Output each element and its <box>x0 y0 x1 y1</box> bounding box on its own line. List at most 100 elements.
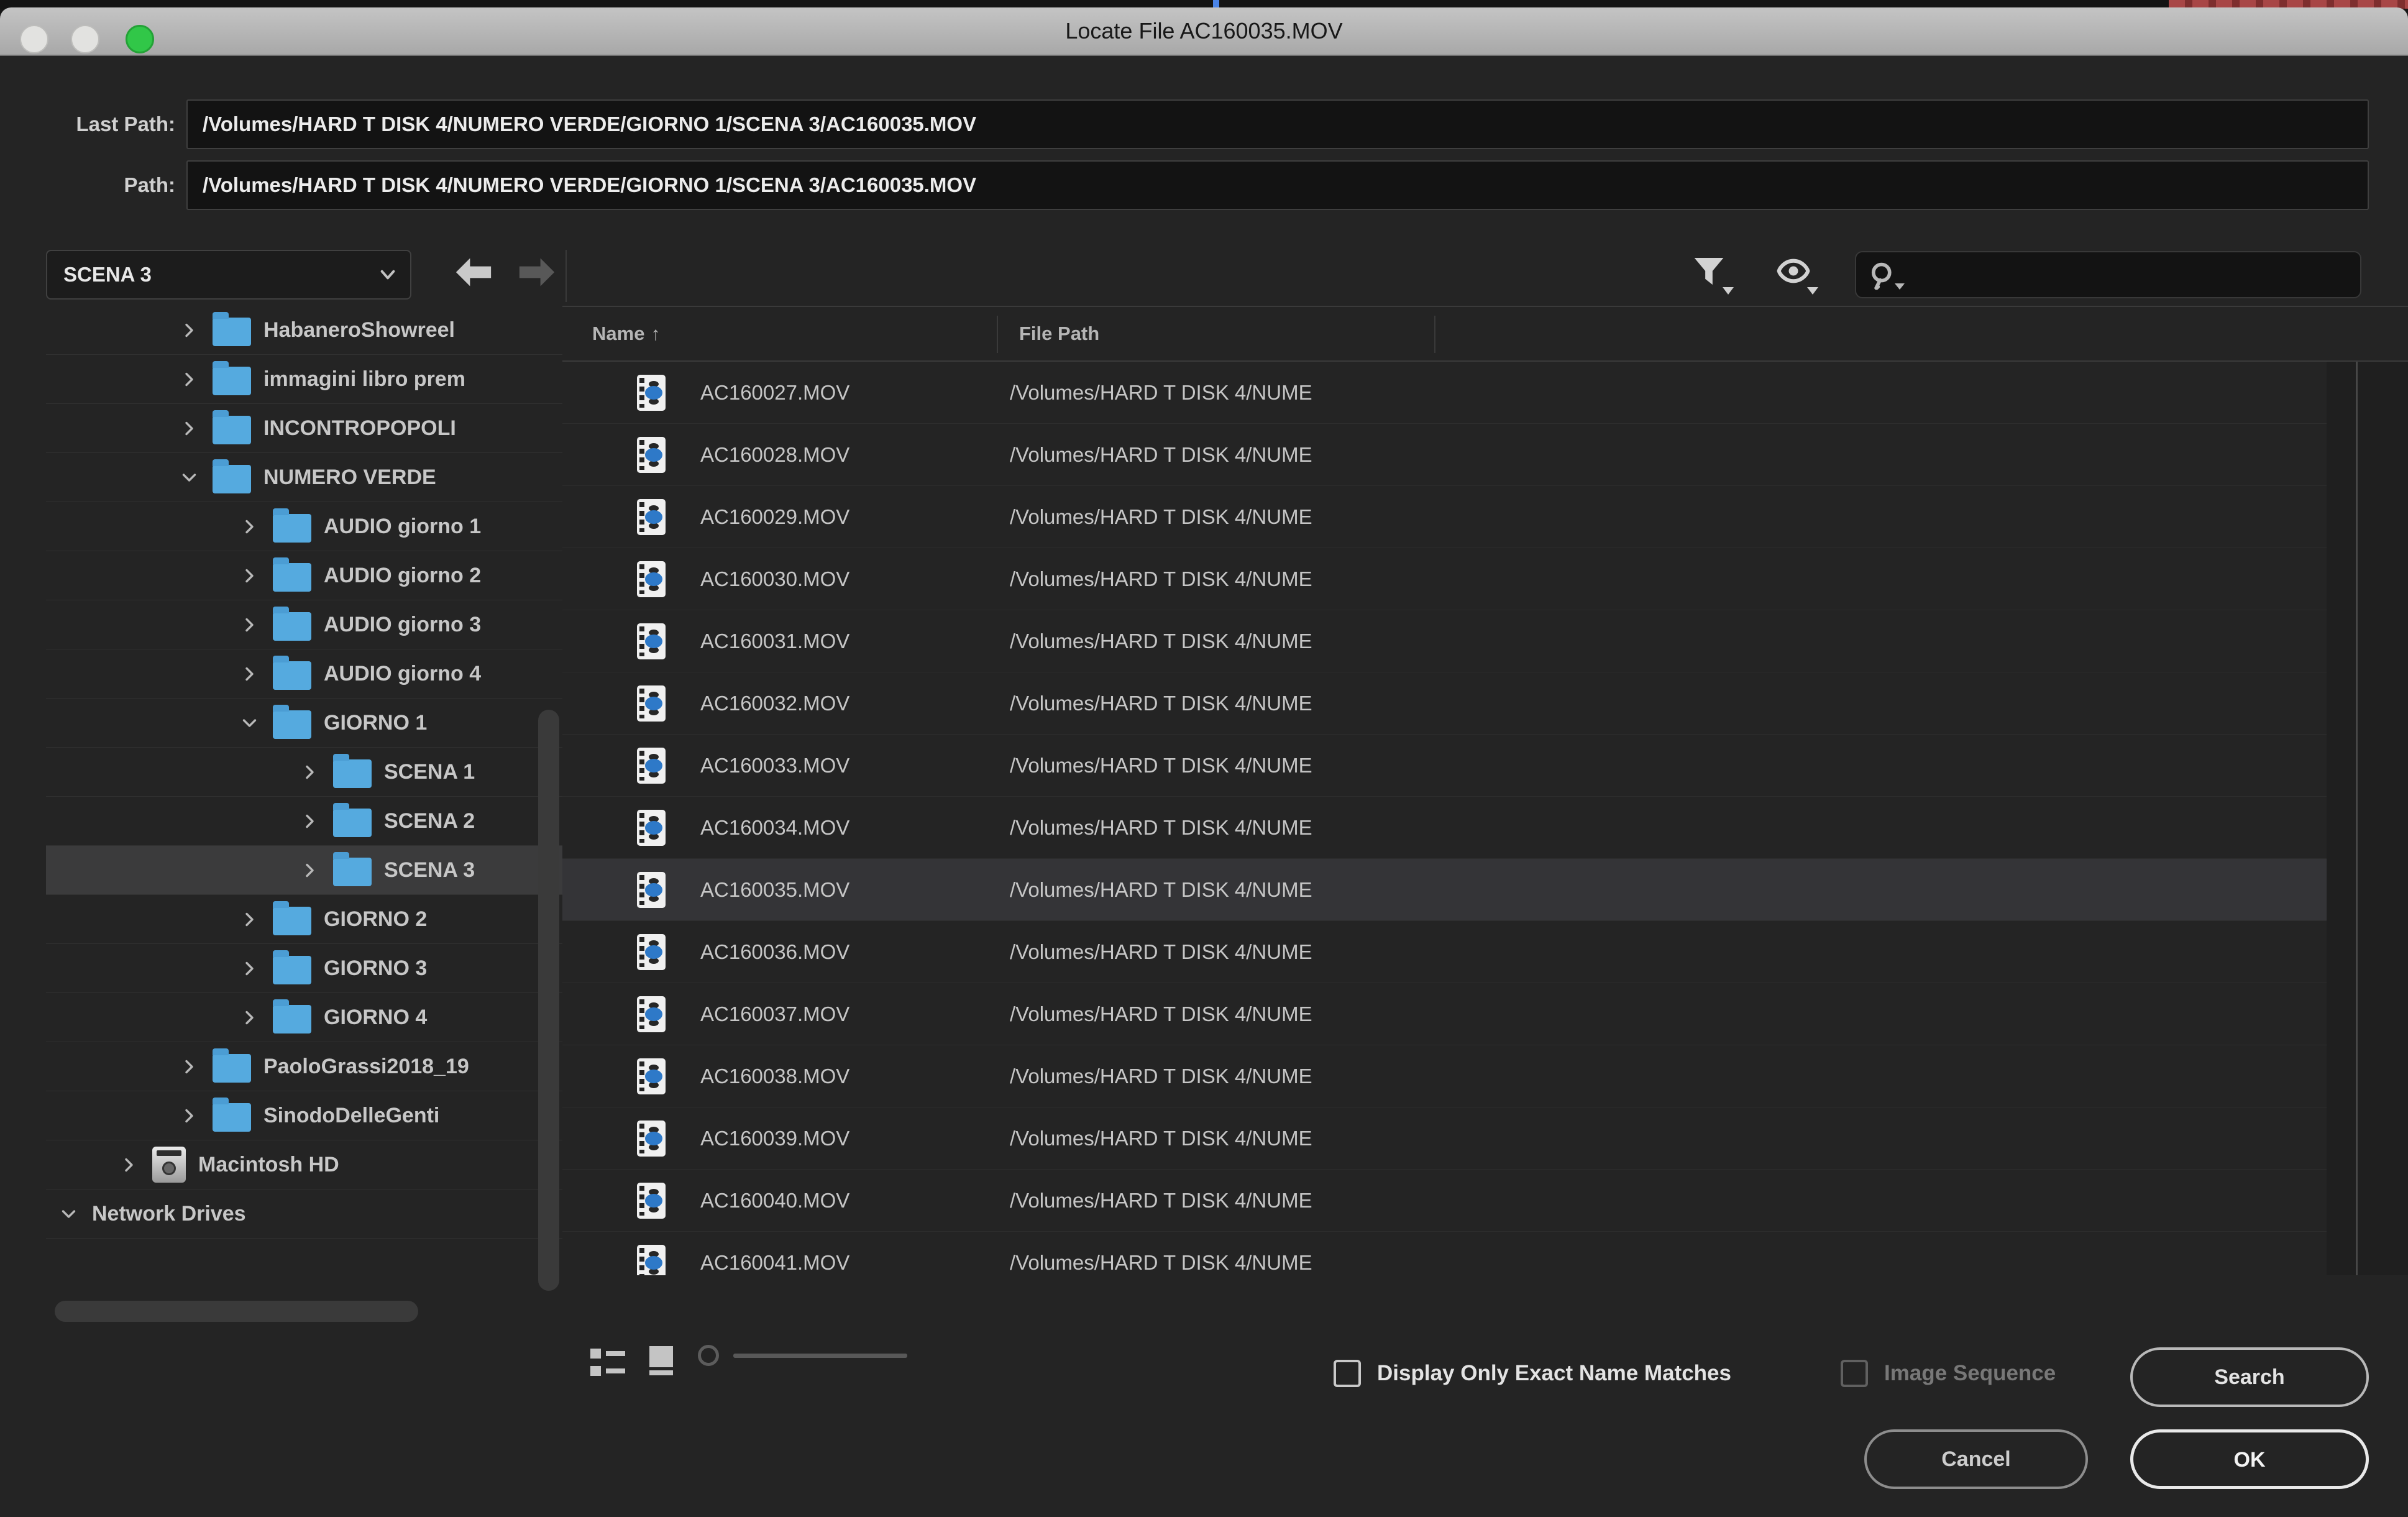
file-row[interactable]: AC160036.MOV/Volumes/HARD T DISK 4/NUME <box>562 921 2327 983</box>
file-path: /Volumes/HARD T DISK 4/NUME <box>1010 816 1426 840</box>
back-arrow-button[interactable] <box>455 256 492 288</box>
tree-row[interactable]: NUMERO VERDE <box>46 453 562 502</box>
chevron-right-icon[interactable] <box>238 515 260 538</box>
display-only-exact-name-matches-checkbox[interactable] <box>1334 1360 1361 1387</box>
chevron-right-icon[interactable] <box>238 908 260 930</box>
tree-horizontal-scrollbar[interactable] <box>55 1301 418 1322</box>
chevron-right-icon[interactable] <box>298 761 321 783</box>
chevron-right-icon[interactable] <box>238 662 260 685</box>
chevron-right-icon[interactable] <box>238 1006 260 1029</box>
zoom-slider-knob[interactable] <box>698 1345 719 1366</box>
tree-row[interactable]: Network Drives <box>46 1189 562 1239</box>
cancel-button[interactable]: Cancel <box>1864 1429 2088 1489</box>
tree-item-label: INCONTROPOPOLI <box>263 416 456 441</box>
chevron-right-icon[interactable] <box>298 810 321 832</box>
file-row[interactable]: AC160032.MOV/Volumes/HARD T DISK 4/NUME <box>562 672 2327 735</box>
chevron-right-icon[interactable] <box>117 1153 140 1176</box>
chevron-down-icon[interactable] <box>178 466 200 488</box>
chevron-right-icon[interactable] <box>178 319 200 341</box>
tree-row[interactable]: PaoloGrassi2018_19 <box>46 1042 562 1091</box>
tree-row[interactable]: Macintosh HD <box>46 1140 562 1189</box>
chevron-down-icon[interactable] <box>238 712 260 734</box>
eye-icon[interactable] <box>1776 254 1817 295</box>
search-button[interactable]: Search <box>2130 1347 2369 1407</box>
ok-button[interactable]: OK <box>2130 1429 2369 1489</box>
folder-icon <box>213 367 251 395</box>
last-path-field: /Volumes/HARD T DISK 4/NUMERO VERDE/GIOR… <box>186 99 2369 149</box>
file-row[interactable]: AC160030.MOV/Volumes/HARD T DISK 4/NUME <box>562 548 2327 610</box>
tree-row[interactable]: immagini libro prem <box>46 355 562 404</box>
chevron-right-icon[interactable] <box>238 613 260 636</box>
chevron-right-icon[interactable] <box>178 1104 200 1127</box>
media-file-icon <box>637 623 666 659</box>
hard-drive-icon <box>152 1147 186 1183</box>
file-name: AC160029.MOV <box>700 505 1010 529</box>
dialog-title: Locate File AC160035.MOV <box>0 7 2408 55</box>
file-list-gutter-divider <box>2356 362 2358 1275</box>
media-file-icon <box>637 810 666 846</box>
media-file-icon <box>637 685 666 722</box>
location-dropdown[interactable]: SCENA 3 <box>46 250 411 300</box>
chevron-right-icon[interactable] <box>178 417 200 439</box>
tree-vertical-scrollbar[interactable] <box>538 710 559 1291</box>
file-list-scrollbar-gutter[interactable] <box>2327 362 2408 1275</box>
image-sequence-label: Image Sequence <box>1884 1356 2056 1391</box>
column-divider[interactable] <box>997 316 998 353</box>
chevron-right-icon[interactable] <box>178 1055 200 1078</box>
tree-row[interactable]: GIORNO 4 <box>46 993 562 1042</box>
screen: Locate File AC160035.MOV Last Path: /Vol… <box>0 0 2408 1517</box>
tree-item-label: AUDIO giorno 4 <box>324 662 481 686</box>
tree-row[interactable]: SCENA 3 <box>46 846 562 895</box>
column-header-name[interactable]: Name↑ <box>592 307 660 360</box>
forward-arrow-button[interactable] <box>518 256 556 288</box>
filter-icon[interactable] <box>1692 254 1733 295</box>
file-name: AC160034.MOV <box>700 816 1010 840</box>
chevron-right-icon[interactable] <box>238 957 260 979</box>
chevron-right-icon[interactable] <box>178 368 200 390</box>
tree-row[interactable]: AUDIO giorno 2 <box>46 551 562 600</box>
tree-row[interactable]: HabaneroShowreel <box>46 306 562 355</box>
tree-row[interactable]: SCENA 1 <box>46 748 562 797</box>
file-row[interactable]: AC160033.MOV/Volumes/HARD T DISK 4/NUME <box>562 735 2327 797</box>
tree-row[interactable]: INCONTROPOPOLI <box>46 404 562 453</box>
tree-row[interactable]: AUDIO giorno 3 <box>46 600 562 649</box>
image-sequence-checkbox[interactable] <box>1841 1360 1868 1387</box>
tree-row[interactable]: AUDIO giorno 4 <box>46 649 562 699</box>
folder-icon <box>273 563 311 592</box>
chevron-down-icon[interactable] <box>57 1203 80 1225</box>
tree-row[interactable]: GIORNO 1 <box>46 699 562 748</box>
file-row[interactable]: AC160038.MOV/Volumes/HARD T DISK 4/NUME <box>562 1045 2327 1107</box>
list-view-icon[interactable] <box>590 1349 625 1381</box>
column-divider[interactable] <box>1434 316 1435 353</box>
thumbnail-view-icon[interactable] <box>649 1346 673 1367</box>
file-row[interactable]: AC160037.MOV/Volumes/HARD T DISK 4/NUME <box>562 983 2327 1045</box>
file-row[interactable]: AC160029.MOV/Volumes/HARD T DISK 4/NUME <box>562 486 2327 548</box>
column-header-file-path[interactable]: File Path <box>1019 307 1099 360</box>
tree-item-label: immagini libro prem <box>263 367 465 392</box>
search-input[interactable] <box>1855 251 2361 298</box>
folder-icon <box>213 1054 251 1083</box>
file-name: AC160031.MOV <box>700 630 1010 653</box>
folder-icon <box>213 465 251 493</box>
file-row[interactable]: AC160039.MOV/Volumes/HARD T DISK 4/NUME <box>562 1107 2327 1170</box>
tree-row[interactable]: SinodoDelleGenti <box>46 1091 562 1140</box>
media-file-icon <box>637 996 666 1032</box>
file-row[interactable]: AC160041.MOV/Volumes/HARD T DISK 4/NUME <box>562 1232 2327 1275</box>
file-name: AC160032.MOV <box>700 692 1010 715</box>
file-name: AC160037.MOV <box>700 1002 1010 1026</box>
file-row[interactable]: AC160028.MOV/Volumes/HARD T DISK 4/NUME <box>562 424 2327 486</box>
zoom-slider-track[interactable] <box>733 1354 907 1358</box>
file-row[interactable]: AC160035.MOV/Volumes/HARD T DISK 4/NUME <box>562 859 2327 921</box>
tree-row[interactable]: AUDIO giorno 1 <box>46 502 562 551</box>
tree-item-label: Macintosh HD <box>198 1153 339 1177</box>
tree-row[interactable]: SCENA 2 <box>46 797 562 846</box>
file-row[interactable]: AC160040.MOV/Volumes/HARD T DISK 4/NUME <box>562 1170 2327 1232</box>
file-row[interactable]: AC160027.MOV/Volumes/HARD T DISK 4/NUME <box>562 362 2327 424</box>
tree-item-label: AUDIO giorno 1 <box>324 515 481 539</box>
file-row[interactable]: AC160034.MOV/Volumes/HARD T DISK 4/NUME <box>562 797 2327 859</box>
chevron-right-icon[interactable] <box>238 564 260 587</box>
file-row[interactable]: AC160031.MOV/Volumes/HARD T DISK 4/NUME <box>562 610 2327 672</box>
tree-row[interactable]: GIORNO 2 <box>46 895 562 944</box>
chevron-right-icon[interactable] <box>298 859 321 881</box>
tree-row[interactable]: GIORNO 3 <box>46 944 562 993</box>
